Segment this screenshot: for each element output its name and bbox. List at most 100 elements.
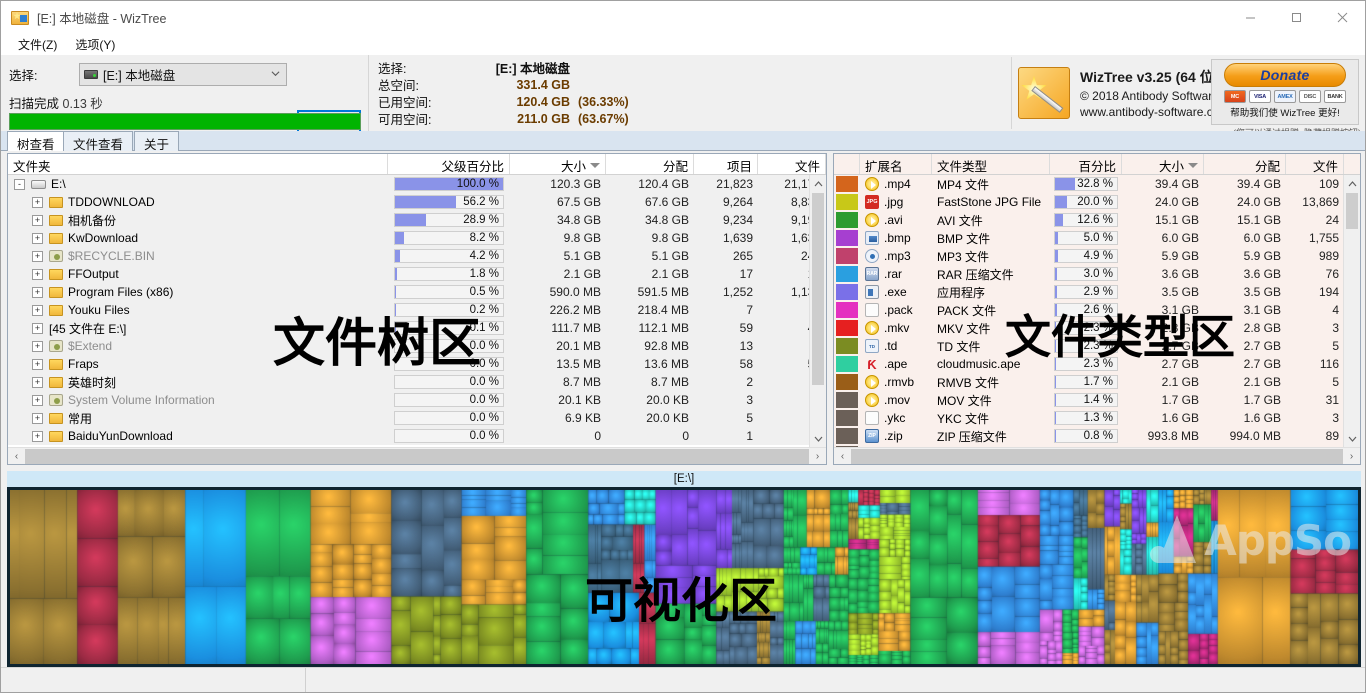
- table-row[interactable]: +FFOutput1.8 %2.1 GB2.1 GB1717: [8, 265, 826, 283]
- expand-icon[interactable]: +: [32, 286, 43, 298]
- allocated-cell: 1.6 GB: [1243, 411, 1281, 425]
- menu-item-options[interactable]: 选项(Y): [66, 34, 124, 55]
- types-column-allocated[interactable]: 分配: [1204, 154, 1286, 174]
- expand-icon[interactable]: +: [32, 196, 43, 208]
- expand-icon[interactable]: +: [32, 268, 43, 280]
- table-row[interactable]: + System Volume Information 0.0 % 20.1 KB 20…: [8, 391, 826, 409]
- types-column-percent[interactable]: 百分比: [1050, 154, 1122, 174]
- files-cell: 5: [1332, 339, 1339, 353]
- types-column-extension[interactable]: 扩展名: [860, 154, 932, 174]
- table-row[interactable]: .mp3 MP3 文件 4.9 % 5.9 GB 5.9 GB 989: [834, 247, 1360, 265]
- collapse-icon[interactable]: -: [14, 178, 25, 190]
- percent-bar: 1.4 %: [1054, 393, 1118, 407]
- tree-item[interactable]: + BaiduYunDownload: [8, 429, 388, 443]
- donate-button[interactable]: Donate: [1224, 63, 1346, 87]
- tree-item[interactable]: + 常用: [8, 410, 388, 427]
- scroll-left-icon[interactable]: ‹: [834, 451, 851, 462]
- file-type-cell: RAR 压缩文件: [937, 267, 1014, 282]
- types-column-size[interactable]: 大小: [1122, 154, 1204, 174]
- minimize-icon[interactable]: [1227, 1, 1273, 33]
- tab-about[interactable]: 关于: [134, 131, 180, 152]
- tree-item[interactable]: + 英雄时刻: [8, 374, 388, 391]
- tree-column-parent-percent[interactable]: 父级百分比: [388, 154, 510, 174]
- table-row[interactable]: + 相机备份 28.9 % 34.8 GB 34.8 GB 9,234 9,198: [8, 211, 826, 229]
- scroll-down-icon[interactable]: [1344, 430, 1360, 447]
- tree-hscroll-track[interactable]: [25, 448, 809, 464]
- table-row[interactable]: + KwDownload 8.2 % 9.8 GB 9.8 GB 1,639 1,632: [8, 229, 826, 247]
- tree-column-files[interactable]: 文件: [758, 154, 826, 174]
- table-row[interactable]: +BaiduYunDownload0.0 %0010: [8, 427, 826, 445]
- close-icon[interactable]: [1319, 1, 1365, 33]
- types-column-files[interactable]: 文件: [1286, 154, 1344, 174]
- tree-item[interactable]: + $RECYCLE.BIN: [8, 249, 388, 263]
- expand-icon[interactable]: +: [32, 232, 43, 244]
- drive-select[interactable]: [E:] 本地磁盘: [79, 63, 287, 86]
- types-vertical-scrollbar[interactable]: [1343, 175, 1360, 447]
- tree-item[interactable]: + Program Files (x86): [8, 285, 388, 299]
- tree-item[interactable]: + TDDOWNLOAD: [8, 195, 388, 209]
- tree-item[interactable]: + FFOutput: [8, 267, 388, 281]
- color-swatch-cell: [834, 392, 860, 408]
- table-row[interactable]: - E:\ 100.0 % 120.3 GB 120.4 GB 21,823 21,178: [8, 175, 826, 193]
- expand-icon[interactable]: +: [32, 304, 43, 316]
- table-row[interactable]: +常用0.0 %6.9 KB20.0 KB55: [8, 409, 826, 427]
- expand-icon[interactable]: +: [32, 412, 43, 424]
- tree-column-items[interactable]: 项目: [694, 154, 758, 174]
- table-row[interactable]: JPG .jpg FastStone JPG File 20.0 % 24.0 GB 24…: [834, 193, 1360, 211]
- table-row[interactable]: .ykc YKC 文件 1.3 % 1.6 GB 1.6 GB 3: [834, 409, 1360, 427]
- scroll-up-icon[interactable]: [810, 175, 826, 192]
- tab-tree-view[interactable]: 树查看: [7, 131, 65, 152]
- tree-column-folder[interactable]: 文件夹: [8, 154, 388, 174]
- tab-file-view[interactable]: 文件查看: [63, 131, 134, 152]
- tree-scroll-thumb[interactable]: [812, 193, 824, 385]
- table-row[interactable]: .mp4 MP4 文件 32.8 % 39.4 GB 39.4 GB 109: [834, 175, 1360, 193]
- tree-item[interactable]: + KwDownload: [8, 231, 388, 245]
- scroll-right-icon[interactable]: ›: [1343, 451, 1360, 462]
- tree-item[interactable]: + 相机备份: [8, 212, 388, 229]
- maximize-icon[interactable]: [1273, 1, 1319, 33]
- table-row[interactable]: .rmvb RMVB 文件 1.7 % 2.1 GB 2.1 GB 5: [834, 373, 1360, 391]
- expand-icon[interactable]: +: [32, 340, 43, 352]
- expand-icon[interactable]: +: [32, 358, 43, 370]
- expand-icon[interactable]: +: [32, 250, 43, 262]
- select-label: 选择:: [9, 69, 38, 83]
- types-column-color[interactable]: [834, 154, 860, 174]
- table-row[interactable]: + Program Files (x86) 0.5 % 590.0 MB 591.5 M…: [8, 283, 826, 301]
- color-swatch-cell: [834, 230, 860, 246]
- table-row[interactable]: + TDDOWNLOAD 56.2 % 67.5 GB 67.6 GB 9,264 8,83…: [8, 193, 826, 211]
- scroll-left-icon[interactable]: ‹: [8, 451, 25, 462]
- menu-item-file[interactable]: 文件(Z): [9, 34, 66, 55]
- scroll-up-icon[interactable]: [1344, 175, 1360, 192]
- expand-icon[interactable]: +: [32, 376, 43, 388]
- percent-bar-fill: [1055, 196, 1068, 208]
- table-row[interactable]: ZIP .zip ZIP 压缩文件 0.8 % 993.8 MB 994.0 MB 89: [834, 427, 1360, 445]
- tree-horizontal-scrollbar[interactable]: ‹ ›: [8, 447, 826, 464]
- table-row[interactable]: .exe 应用程序 2.9 % 3.5 GB 3.5 GB 194: [834, 283, 1360, 301]
- play-icon: [865, 375, 879, 389]
- table-row[interactable]: .avi AVI 文件 12.6 % 15.1 GB 15.1 GB 24: [834, 211, 1360, 229]
- tree-item[interactable]: + System Volume Information: [8, 393, 388, 407]
- types-horizontal-scrollbar[interactable]: ‹ ›: [834, 447, 1360, 464]
- types-scroll-thumb[interactable]: [1346, 193, 1358, 229]
- table-row[interactable]: .mov MOV 文件 1.4 % 1.7 GB 1.7 GB 31: [834, 391, 1360, 409]
- table-row[interactable]: RAR .rar RAR 压缩文件 3.0 % 3.6 GB 3.6 GB 76: [834, 265, 1360, 283]
- color-swatch: [836, 338, 858, 354]
- table-row[interactable]: +$RECYCLE.BIN4.2 %5.1 GB5.1 GB265244: [8, 247, 826, 265]
- folder-icon: [49, 196, 63, 208]
- expand-icon[interactable]: +: [32, 394, 43, 406]
- types-hscroll-track[interactable]: [851, 448, 1343, 464]
- types-column-type[interactable]: 文件类型: [932, 154, 1050, 174]
- tree-vertical-scrollbar[interactable]: [809, 175, 826, 447]
- expand-icon[interactable]: +: [32, 322, 43, 334]
- brand-website[interactable]: www.antibody-software.com: [1080, 105, 1229, 119]
- scroll-down-icon[interactable]: [810, 430, 826, 447]
- tree-column-size[interactable]: 大小: [510, 154, 606, 174]
- expand-icon[interactable]: +: [32, 214, 43, 226]
- allocated-cell: 5.9 GB: [1243, 249, 1281, 263]
- tree-item[interactable]: - E:\: [8, 177, 388, 191]
- expand-icon[interactable]: +: [32, 430, 43, 442]
- scroll-right-icon[interactable]: ›: [809, 451, 826, 462]
- table-row[interactable]: .bmp BMP 文件 5.0 % 6.0 GB 6.0 GB 1,755: [834, 229, 1360, 247]
- percent-cell: 1.7 %: [1050, 375, 1122, 389]
- tree-column-allocated[interactable]: 分配: [606, 154, 694, 174]
